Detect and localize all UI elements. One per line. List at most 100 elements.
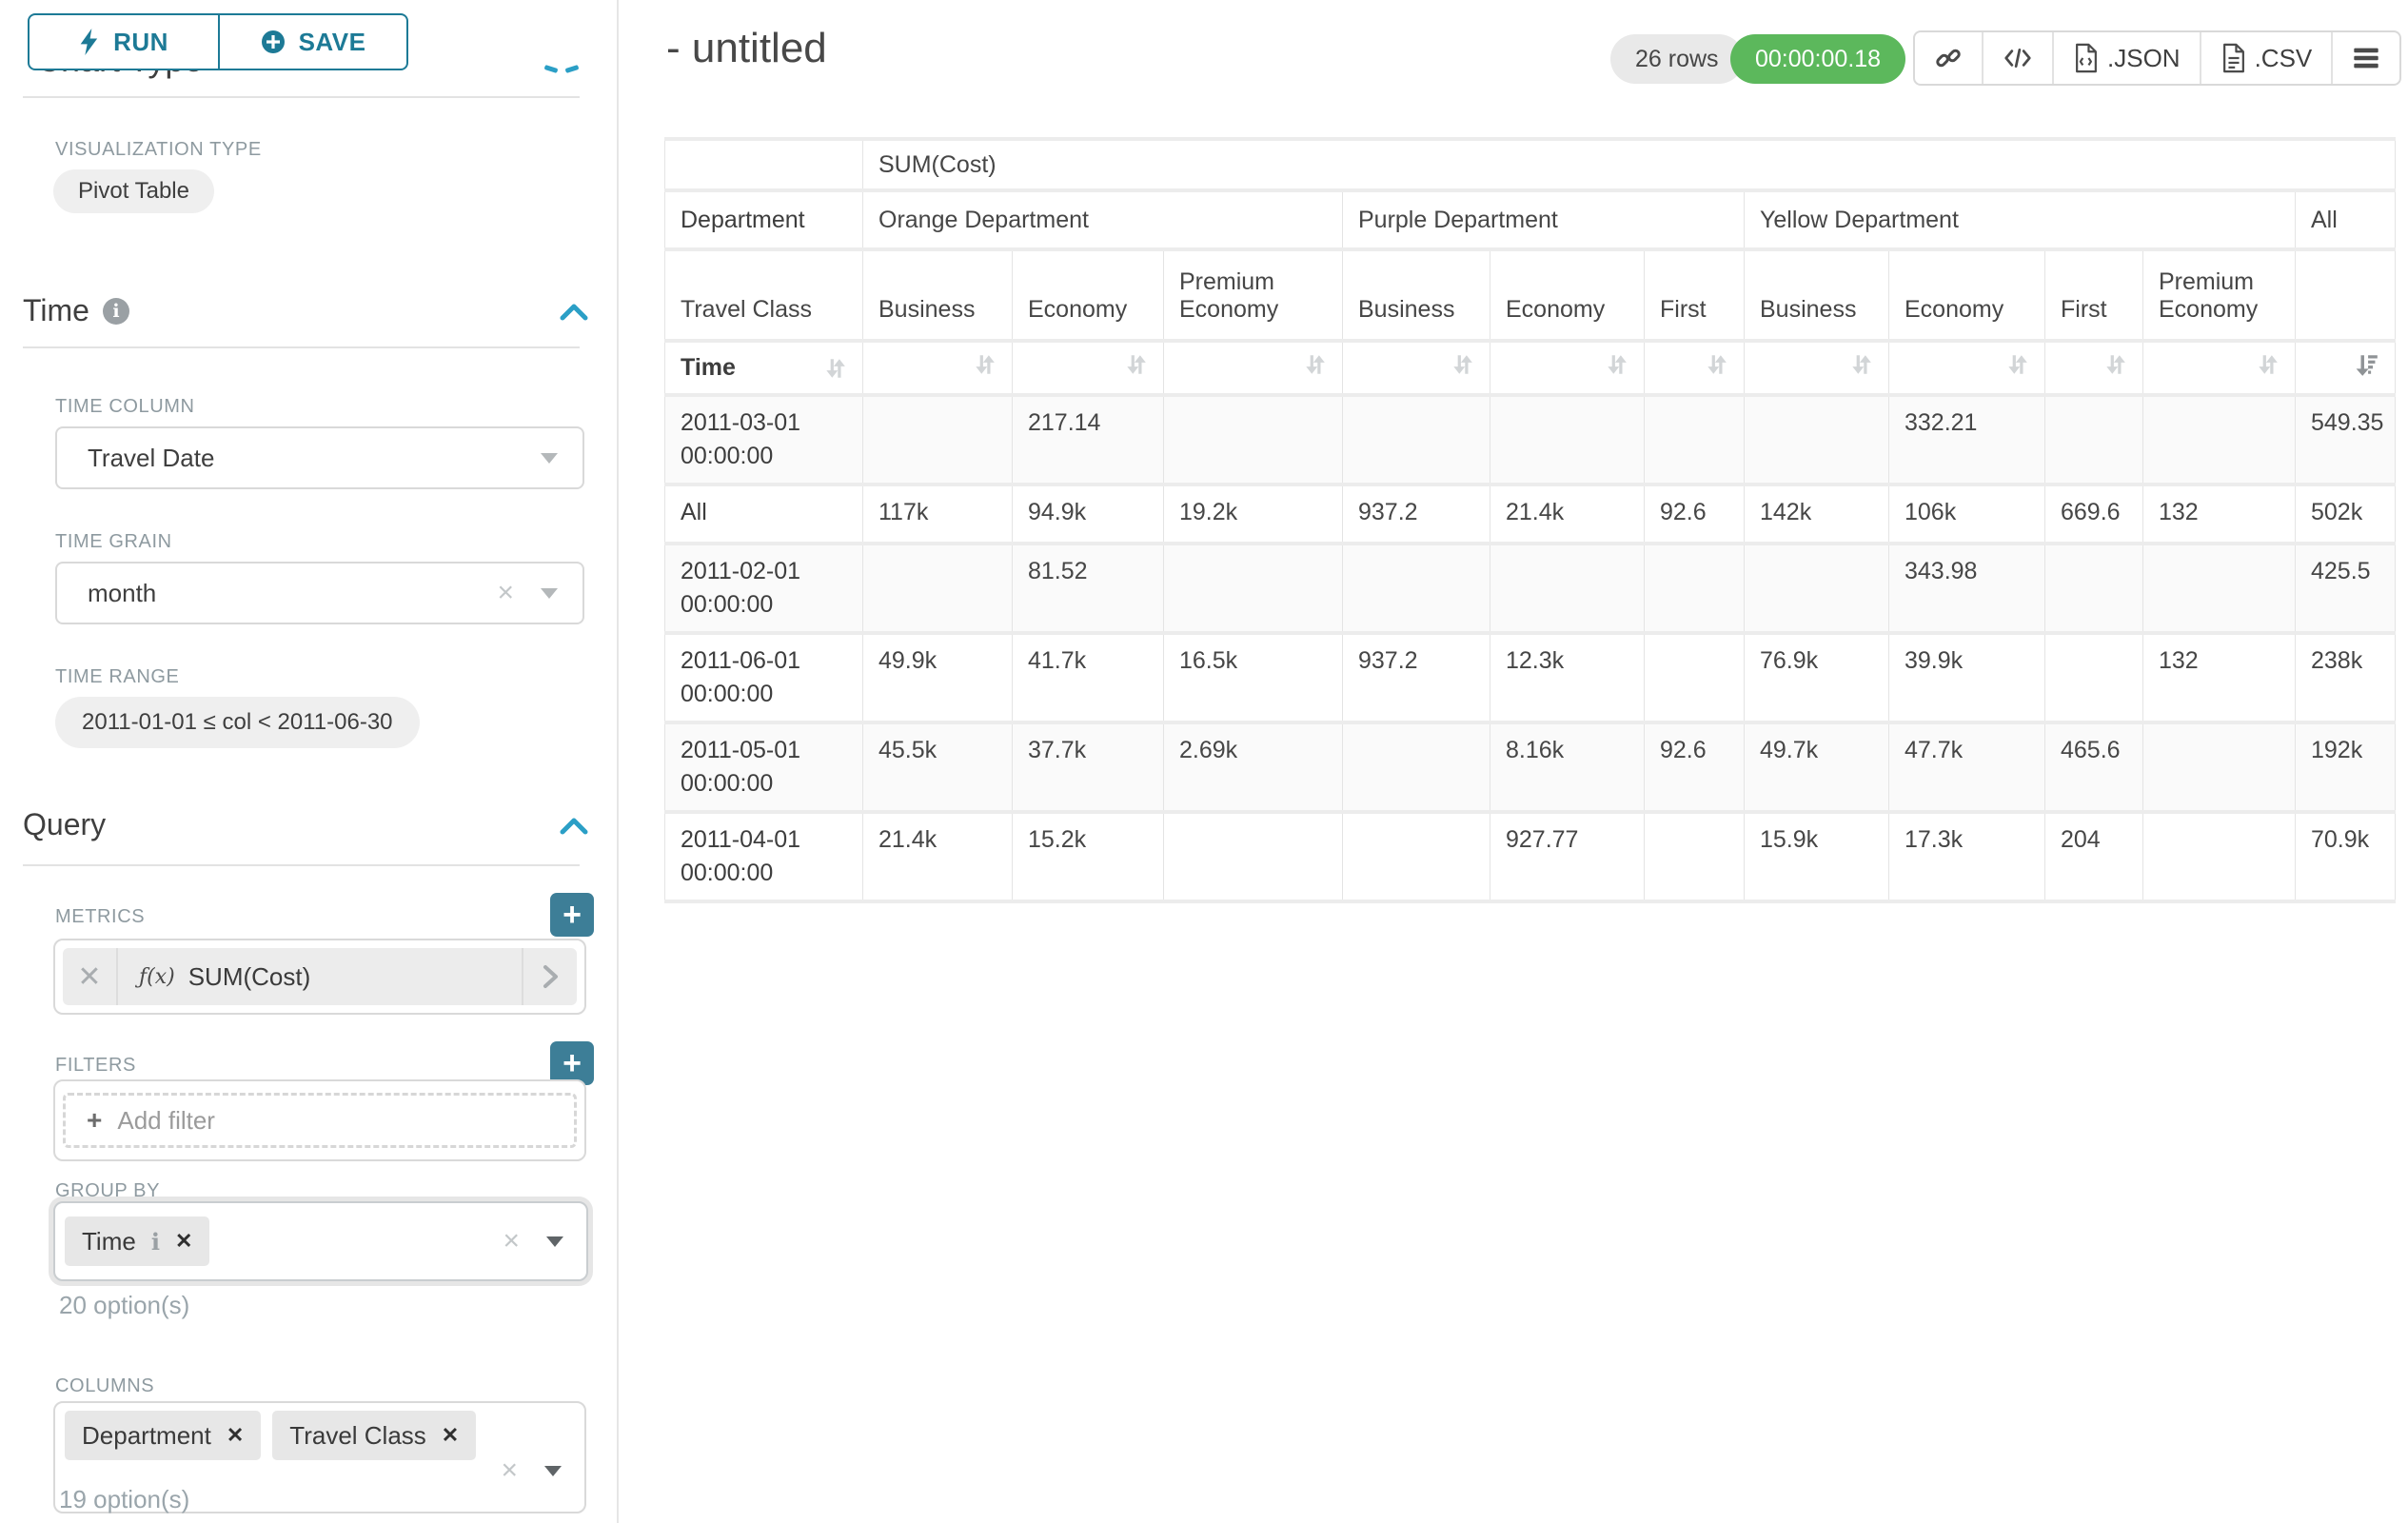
time-column-select[interactable]: Travel Date <box>55 426 584 489</box>
group-by-select[interactable]: Time i ✕ × <box>53 1201 588 1281</box>
sort-icon[interactable] <box>1848 352 1873 377</box>
pivot-time-header: Time <box>665 341 863 395</box>
pivot-row-label: 2011-05-01 00:00:00 <box>665 722 863 812</box>
metric-name: SUM(Cost) <box>188 962 311 992</box>
save-button[interactable]: SAVE <box>218 13 408 70</box>
caret-down-icon <box>541 453 558 464</box>
info-icon[interactable]: i <box>151 1228 160 1256</box>
pivot-class-header: Business <box>1745 249 1889 341</box>
columns-tag: Travel Class ✕ <box>272 1411 476 1460</box>
pivot-data-row: 2011-03-01 00:00:00217.14332.21549.35 <box>665 395 2396 485</box>
control-panel-sidebar: Chart Type RUN SAVE VISUALIZATION TYPE P… <box>0 0 619 1523</box>
time-section-header[interactable]: Time i <box>23 293 129 328</box>
chevron-right-icon <box>541 964 560 989</box>
pivot-value-cell: 8.16k <box>1490 722 1645 812</box>
more-options-button[interactable] <box>2333 32 2399 84</box>
query-section-header[interactable]: Query <box>23 807 106 842</box>
lightning-bolt-icon <box>79 29 100 55</box>
sort-icon[interactable] <box>2255 352 2280 377</box>
pivot-value-cell <box>863 544 1013 633</box>
sort-desc-icon[interactable] <box>2355 352 2379 377</box>
viz-type-pill[interactable]: Pivot Table <box>53 169 214 213</box>
metrics-label: METRICS <box>55 906 145 928</box>
pivot-data-row: 2011-02-01 00:00:0081.52343.98425.5 <box>665 544 2396 633</box>
pivot-value-cell <box>1343 812 1490 901</box>
metric-body[interactable]: ƒ(x) SUM(Cost) <box>118 962 522 992</box>
collapse-chevron-icon[interactable] <box>560 303 588 322</box>
clear-icon[interactable]: × <box>497 579 514 607</box>
time-range-pill[interactable]: 2011-01-01 ≤ col < 2011-06-30 <box>55 697 420 748</box>
columns-options-hint: 19 option(s) <box>59 1485 189 1514</box>
remove-tag-icon[interactable]: ✕ <box>227 1423 244 1448</box>
pivot-value-cell: 2.69k <box>1164 722 1343 812</box>
pivot-sort-cell <box>1645 341 1745 395</box>
caret-down-icon <box>541 588 558 599</box>
pivot-value-cell: 937.2 <box>1343 633 1490 722</box>
pivot-sort-cell <box>1745 341 1889 395</box>
clear-icon[interactable]: × <box>503 1227 520 1256</box>
sort-icon[interactable] <box>972 352 997 377</box>
pivot-value-cell: 142k <box>1745 485 1889 544</box>
pivot-class-header: Premium Economy <box>2143 249 2296 341</box>
visualization-type-label: VISUALIZATION TYPE <box>55 139 262 161</box>
pivot-value-cell <box>2143 395 2296 485</box>
pivot-value-cell: 49.9k <box>863 633 1013 722</box>
tag-label: Time <box>82 1227 136 1256</box>
pivot-value-cell: 549.35 <box>2296 395 2396 485</box>
short-link-button[interactable] <box>1915 32 1984 84</box>
clear-icon[interactable]: × <box>501 1456 518 1485</box>
pivot-value-cell <box>1490 395 1645 485</box>
remove-tag-icon[interactable]: ✕ <box>175 1229 192 1254</box>
function-icon: ƒ(x) <box>139 965 175 989</box>
info-icon[interactable]: i <box>103 298 129 325</box>
metric-expand-chevron[interactable] <box>522 948 577 1005</box>
sort-icon[interactable] <box>1302 352 1327 377</box>
pivot-value-cell: 15.9k <box>1745 812 1889 901</box>
query-section-title: Query <box>23 807 106 842</box>
add-metric-button[interactable]: + <box>550 893 594 937</box>
pivot-dept-header: Purple Department <box>1343 190 1745 249</box>
chart-title[interactable]: - untitled <box>666 25 827 72</box>
caret-down-icon[interactable] <box>546 1236 563 1247</box>
time-range-label: TIME RANGE <box>55 666 179 688</box>
chevron-up-icon <box>565 65 580 73</box>
sort-icon[interactable] <box>1123 352 1148 377</box>
pivot-sort-cell <box>2045 341 2143 395</box>
pivot-value-cell: 39.9k <box>1889 633 2045 722</box>
add-filter-button[interactable]: + Add filter <box>63 1093 577 1148</box>
pivot-table-container: SUM(Cost)DepartmentOrange DepartmentPurp… <box>664 137 2395 903</box>
metric-pill[interactable]: ✕ ƒ(x) SUM(Cost) <box>63 948 577 1005</box>
pivot-value-cell: 17.3k <box>1889 812 2045 901</box>
sort-icon[interactable] <box>1704 352 1728 377</box>
export-csv-button[interactable]: .CSV <box>2201 32 2334 84</box>
collapse-chevron-icon[interactable] <box>560 817 588 836</box>
export-json-button[interactable]: .JSON <box>2054 32 2201 84</box>
pivot-value-cell: 669.6 <box>2045 485 2143 544</box>
sort-icon[interactable] <box>822 356 847 381</box>
link-icon <box>1934 44 1963 72</box>
pivot-metric-header: SUM(Cost) <box>863 139 2396 190</box>
pivot-value-cell: 106k <box>1889 485 2045 544</box>
sort-icon[interactable] <box>2102 352 2127 377</box>
pivot-class-header: Business <box>1343 249 1490 341</box>
run-button[interactable]: RUN <box>28 13 220 70</box>
group-by-tag: Time i ✕ <box>65 1216 209 1266</box>
pivot-value-cell: 12.3k <box>1490 633 1645 722</box>
pivot-value-cell <box>1490 544 1645 633</box>
json-file-icon <box>2073 43 2100 73</box>
view-query-button[interactable] <box>1984 32 2054 84</box>
metrics-select: ✕ ƒ(x) SUM(Cost) <box>53 939 586 1015</box>
remove-tag-icon[interactable]: ✕ <box>442 1423 459 1448</box>
pivot-value-cell <box>2143 812 2296 901</box>
pivot-value-cell: 132 <box>2143 485 2296 544</box>
pivot-value-cell: 45.5k <box>863 722 1013 812</box>
sort-icon[interactable] <box>1604 352 1628 377</box>
sort-icon[interactable] <box>2004 352 2029 377</box>
remove-metric-icon[interactable]: ✕ <box>63 948 118 1005</box>
time-grain-select[interactable]: month × <box>55 562 584 624</box>
pivot-row-label: All <box>665 485 863 544</box>
sort-icon[interactable] <box>1450 352 1474 377</box>
pivot-value-cell <box>2045 633 2143 722</box>
time-column-value: Travel Date <box>88 444 541 473</box>
caret-down-icon[interactable] <box>544 1466 562 1476</box>
